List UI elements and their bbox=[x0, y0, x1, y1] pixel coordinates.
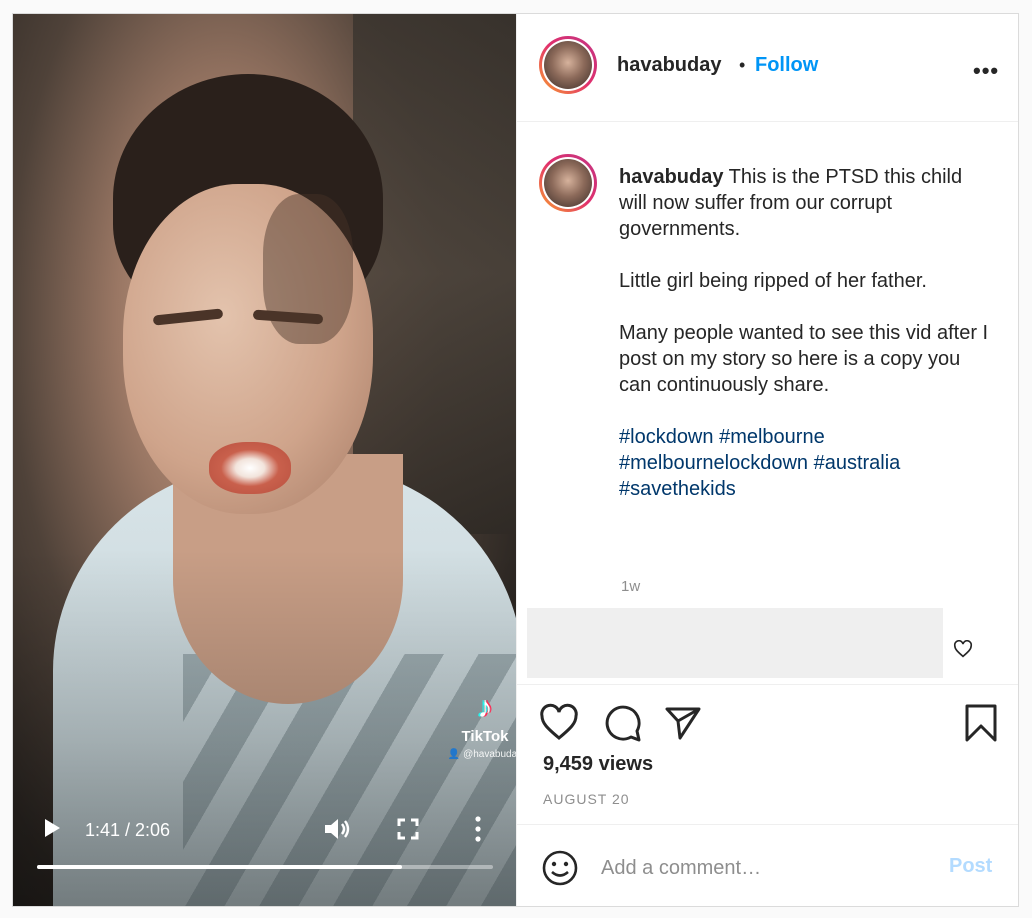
post-header: havabuday • Follow ••• bbox=[517, 14, 1018, 122]
hashtag-link[interactable]: #australia bbox=[814, 452, 901, 474]
post-comment-button[interactable]: Post bbox=[949, 855, 992, 878]
save-bookmark-icon[interactable] bbox=[961, 703, 1001, 743]
avatar-image bbox=[544, 41, 592, 89]
caption-username[interactable]: havabuday bbox=[619, 166, 723, 188]
fullscreen-icon[interactable] bbox=[397, 818, 419, 840]
heart-icon[interactable] bbox=[953, 640, 973, 658]
video-time: 1:41 / 2:06 bbox=[85, 820, 171, 840]
caption-hashtags: #lockdown #melbourne #melbournelockdown … bbox=[619, 426, 900, 500]
video-vignette bbox=[13, 14, 516, 906]
video-progress-bar[interactable] bbox=[37, 865, 493, 869]
tiktok-handle: 👤 @havabuday bbox=[445, 749, 516, 760]
follow-button[interactable]: Follow bbox=[755, 54, 818, 77]
comment-input[interactable] bbox=[601, 853, 931, 883]
hashtag-link[interactable]: #savethekids bbox=[619, 478, 736, 500]
view-count[interactable]: 9,459 views bbox=[543, 753, 653, 776]
tiktok-logo-icon: ♪ bbox=[477, 691, 493, 724]
more-options-icon[interactable]: ••• bbox=[973, 58, 999, 84]
post-actions: 9,459 views AUGUST 20 bbox=[517, 684, 1018, 824]
caption-section: havabuday This is the PTSD this child wi… bbox=[517, 122, 1018, 684]
video-player[interactable]: ♪ TikTok 👤 @havabuday 1:41 / 2:06 bbox=[13, 14, 516, 906]
emoji-icon[interactable] bbox=[541, 849, 579, 887]
tiktok-brand: TikTok bbox=[461, 728, 509, 745]
like-heart-icon[interactable] bbox=[539, 703, 579, 743]
header-username[interactable]: havabuday bbox=[617, 54, 721, 77]
avatar[interactable] bbox=[539, 36, 597, 94]
post-side-panel: havabuday • Follow ••• havabuday This is… bbox=[516, 14, 1018, 906]
volume-icon[interactable] bbox=[323, 816, 351, 842]
play-icon[interactable] bbox=[43, 818, 61, 838]
video-controls: 1:41 / 2:06 bbox=[13, 806, 516, 906]
more-vertical-icon[interactable] bbox=[473, 816, 483, 842]
share-icon[interactable] bbox=[663, 703, 703, 743]
video-progress-fill bbox=[37, 865, 402, 869]
avatar-image bbox=[544, 159, 592, 207]
caption-body: This is the PTSD this child will now suf… bbox=[619, 166, 989, 396]
instagram-post: ♪ TikTok 👤 @havabuday 1:41 / 2:06 bbox=[12, 13, 1019, 907]
comment-placeholder-block bbox=[527, 608, 943, 678]
tiktok-watermark: ♪ TikTok 👤 @havabuday bbox=[445, 690, 516, 760]
tiktok-handle-text: @havabuday bbox=[463, 749, 516, 760]
hashtag-link[interactable]: #melbournelockdown bbox=[619, 452, 808, 474]
user-icon: 👤 bbox=[447, 749, 461, 760]
caption-text: havabuday This is the PTSD this child wi… bbox=[619, 164, 989, 502]
caption-avatar[interactable] bbox=[539, 154, 597, 212]
separator-dot: • bbox=[739, 55, 746, 75]
hashtag-link[interactable]: #lockdown bbox=[619, 426, 714, 448]
comment-box: Post bbox=[517, 824, 1018, 908]
caption-timestamp[interactable]: 1w bbox=[621, 578, 640, 595]
post-date[interactable]: AUGUST 20 bbox=[543, 791, 630, 807]
hashtag-link[interactable]: #melbourne bbox=[719, 426, 825, 448]
comment-icon[interactable] bbox=[603, 703, 643, 743]
